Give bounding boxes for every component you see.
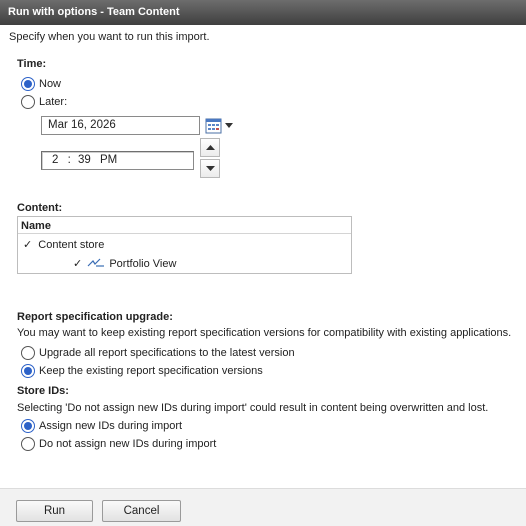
time-heading: Time:	[17, 58, 47, 70]
time-ampm: PM	[100, 154, 118, 166]
report-spec-description: You may want to keep existing report spe…	[17, 327, 512, 339]
now-radio[interactable]	[21, 77, 35, 91]
cancel-button[interactable]: Cancel	[102, 500, 181, 522]
spin-up-icon	[206, 145, 215, 150]
report-spec-heading: Report specification upgrade:	[17, 311, 173, 323]
later-label: Later:	[39, 96, 68, 108]
intro-text: Specify when you want to run this import…	[9, 31, 210, 43]
calendar-icon	[205, 118, 222, 134]
list-item-label: Content store	[38, 239, 105, 251]
upgrade-label: Upgrade all report specifications to the…	[39, 347, 295, 359]
date-input[interactable]: Mar 16, 2026	[41, 116, 200, 135]
list-item-label: Portfolio View	[109, 258, 177, 270]
keep-radio[interactable]	[21, 364, 35, 378]
date-value: Mar 16, 2026	[48, 119, 116, 131]
spin-down-icon	[206, 166, 215, 171]
no-assign-ids-label: Do not assign new IDs during import	[39, 438, 217, 450]
list-item[interactable]: ✓ Portfolio View	[73, 257, 176, 270]
upgrade-radio[interactable]	[21, 346, 35, 360]
assign-ids-label: Assign new IDs during import	[39, 420, 183, 432]
now-label: Now	[39, 78, 62, 90]
checkmark-icon: ✓	[73, 258, 83, 270]
checkmark-icon: ✓	[23, 239, 33, 251]
store-ids-description: Selecting 'Do not assign new IDs during …	[17, 402, 489, 414]
time-input[interactable]: 2 : 39 PM	[41, 151, 194, 170]
later-radio[interactable]	[21, 95, 35, 109]
content-heading: Content:	[17, 202, 63, 214]
time-minute: 39	[78, 154, 91, 166]
dialog-footer: Run Cancel	[0, 488, 526, 526]
assign-ids-radio[interactable]	[21, 419, 35, 433]
dialog-title-bar: Run with options - Team Content	[0, 0, 526, 25]
time-spin-down-button[interactable]	[200, 159, 220, 178]
time-hour: 2	[52, 154, 59, 166]
list-item[interactable]: ✓ Content store	[23, 238, 104, 251]
run-button[interactable]: Run	[16, 500, 93, 522]
dialog-title: Run with options - Team Content	[8, 6, 180, 18]
store-ids-heading: Store IDs:	[17, 385, 69, 397]
time-separator: :	[67, 154, 71, 166]
date-picker-button[interactable]	[204, 116, 234, 135]
content-table: Name ✓ Content store ✓ Portfolio View	[17, 216, 352, 274]
time-spin-up-button[interactable]	[200, 138, 220, 157]
no-assign-ids-radio[interactable]	[21, 437, 35, 451]
chevron-down-icon	[225, 123, 233, 128]
keep-label: Keep the existing report specification v…	[39, 365, 263, 377]
package-icon	[87, 258, 105, 267]
column-header-name: Name	[18, 217, 351, 234]
